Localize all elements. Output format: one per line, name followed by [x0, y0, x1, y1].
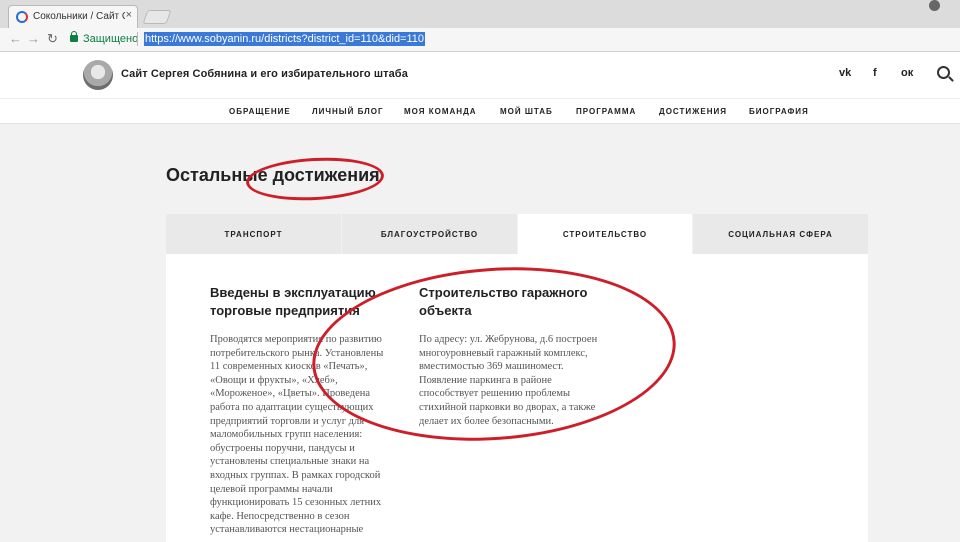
- nav-item-program[interactable]: ПРОГРАММА: [576, 107, 636, 116]
- tab-transport[interactable]: ТРАНСПОРТ: [166, 214, 341, 254]
- text-line: обустроены поручни, пандусы и: [210, 442, 355, 454]
- profile-icon[interactable]: [929, 0, 940, 11]
- nav-item-achievements[interactable]: ДОСТИЖЕНИЯ: [659, 107, 727, 116]
- card-text: Проводятся мероприятия по развитию потре…: [210, 333, 383, 537]
- text-line: целевой программы начали: [210, 483, 333, 495]
- section-title: Остальные достижения: [166, 165, 380, 185]
- text-line: 11 современных киосков «Печать»,: [210, 361, 368, 373]
- nav-item-hq[interactable]: МОЙ ШТАБ: [500, 107, 553, 116]
- browser-tab-strip: Сокольники / Сайт Серг ×: [0, 0, 960, 28]
- address-bar[interactable]: Защищено https://www.sobyanin.ru/distric…: [64, 31, 944, 49]
- search-icon[interactable]: [937, 66, 950, 79]
- text-line: делает их более безопасными.: [419, 415, 554, 427]
- browser-toolbar: ← → ↻ Защищено https://www.sobyanin.ru/d…: [0, 28, 960, 52]
- nav-item-biography[interactable]: БИОГРАФИЯ: [749, 107, 809, 116]
- back-icon[interactable]: ←: [9, 31, 22, 46]
- text-line: Проводятся мероприятия по развитию: [210, 334, 382, 345]
- facebook-icon[interactable]: f: [873, 67, 877, 79]
- text-line: входных группах. В рамках городской: [210, 469, 381, 481]
- reload-icon[interactable]: ↻: [47, 31, 58, 47]
- main-nav: ОБРАЩЕНИЕ ЛИЧНЫЙ БЛОГ МОЯ КОМАНДА МОЙ ШТ…: [0, 98, 960, 124]
- tab-improvement[interactable]: БЛАГОУСТРОЙСТВО: [342, 214, 517, 254]
- text-line: вместимостью 369 машиномест.: [419, 361, 564, 373]
- vk-icon[interactable]: vk: [839, 67, 851, 79]
- url-divider: [137, 32, 138, 46]
- forward-icon[interactable]: →: [27, 31, 40, 46]
- text-line: устанавливаются нестационарные: [210, 524, 364, 536]
- favicon-icon: [16, 11, 28, 23]
- card-title-line: Введены в эксплуатацию: [210, 285, 376, 300]
- card-title: Введены в эксплуатацию торговые предприя…: [210, 284, 376, 320]
- lock-icon: [70, 31, 78, 42]
- text-line: По адресу: ул. Жебрунова, д.6 построен: [419, 334, 598, 345]
- site-header: Сайт Сергея Собянина и его избирательног…: [0, 52, 960, 98]
- text-line: кафе. Непосредственно в сезон: [210, 510, 350, 522]
- browser-tab[interactable]: Сокольники / Сайт Серг ×: [8, 5, 138, 28]
- text-line: способствует решению проблемы: [419, 388, 571, 400]
- card-title-line: Строительство гаражного: [419, 285, 588, 300]
- card-title-line: объекта: [419, 303, 472, 318]
- site-title[interactable]: Сайт Сергея Собянина и его избирательног…: [121, 68, 408, 80]
- nav-item-blog[interactable]: ЛИЧНЫЙ БЛОГ: [312, 107, 384, 116]
- tab-construction[interactable]: СТРОИТЕЛЬСТВО: [518, 214, 692, 254]
- text-line: маломобильных групп населения:: [210, 429, 363, 441]
- text-line: потребительского рынка. Установлены: [210, 347, 384, 359]
- text-line: функционировать 15 сезонных летних: [210, 497, 382, 509]
- nav-item-team[interactable]: МОЯ КОМАНДА: [404, 107, 477, 116]
- tab-title: Сокольники / Сайт Серг: [33, 11, 125, 22]
- text-line: «Овощи и фрукты», «Хлеб»,: [210, 374, 338, 386]
- card-title-line: торговые предприятия: [210, 303, 360, 318]
- text-line: установлены специальные знаки на: [210, 456, 370, 468]
- text-line: работа по адаптации существующих: [210, 401, 374, 413]
- text-line: предприятий торговли и услуг для: [210, 415, 365, 427]
- close-icon[interactable]: ×: [126, 9, 132, 21]
- secure-label: Защищено: [83, 33, 139, 45]
- text-line: «Мороженое», «Цветы». Проведена: [210, 388, 371, 400]
- text-line: многоуровневый гаражный комплекс,: [419, 347, 588, 359]
- url-text[interactable]: https://www.sobyanin.ru/districts?distri…: [144, 32, 426, 46]
- card-title: Строительство гаражного объекта: [419, 284, 587, 320]
- nav-item-appeal[interactable]: ОБРАЩЕНИЕ: [229, 107, 291, 116]
- tab-social[interactable]: СОЦИАЛЬНАЯ СФЕРА: [693, 214, 868, 254]
- odnoklassniki-icon[interactable]: ок: [901, 67, 913, 79]
- avatar[interactable]: [83, 60, 113, 90]
- new-tab-button[interactable]: [142, 10, 172, 24]
- text-line: стихийной парковки во дворах, а также: [419, 401, 596, 413]
- text-line: Появление паркинга в районе: [419, 374, 552, 386]
- card-text: По адресу: ул. Жебрунова, д.6 построен м…: [419, 333, 597, 428]
